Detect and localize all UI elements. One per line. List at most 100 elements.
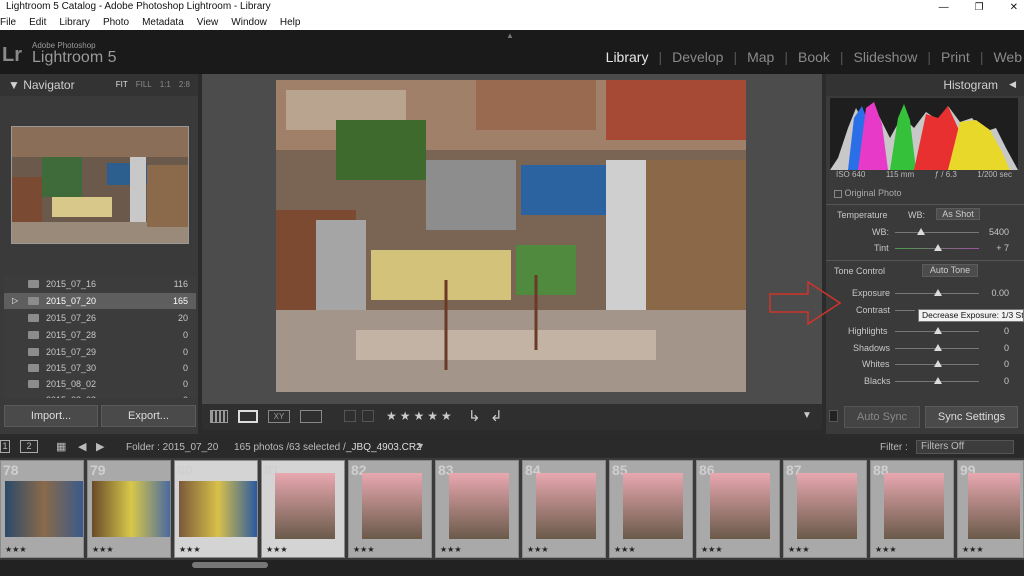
divider: [826, 204, 1024, 205]
filmstrip-thumb[interactable]: 88 ★★★: [870, 460, 954, 558]
folder-row-selected[interactable]: ▷ 2015_07_20 165: [4, 293, 196, 309]
exposure-slider-knob[interactable]: [934, 289, 942, 296]
main-photo[interactable]: [276, 80, 746, 392]
folder-row[interactable]: 2015_08_030: [4, 392, 196, 398]
shutter-speed: 1/200 sec: [977, 170, 1012, 179]
export-button[interactable]: Export...: [101, 405, 196, 427]
highlights-label: Highlights: [848, 326, 888, 336]
survey-view-icon[interactable]: [300, 410, 322, 423]
module-print[interactable]: Print: [931, 49, 980, 65]
loupe-view-icon[interactable]: [238, 410, 258, 423]
compare-view-icon[interactable]: XY: [268, 410, 290, 423]
forward-arrow-icon[interactable]: ▶: [96, 440, 104, 453]
histogram-header[interactable]: Histogram ◀: [826, 74, 1024, 96]
blacks-slider-knob[interactable]: [934, 377, 942, 384]
filmstrip-thumb[interactable]: 87 ★★★: [783, 460, 867, 558]
menu-help[interactable]: Help: [280, 15, 301, 30]
collapse-icon[interactable]: ◀: [1009, 79, 1016, 90]
filmstrip-thumb-selected[interactable]: 81 ★★★: [261, 460, 345, 558]
grid-icon[interactable]: ▦: [56, 440, 66, 453]
current-file[interactable]: _JBQ_4903.CR2: [346, 442, 422, 453]
filmstrip-thumb[interactable]: 83 ★★★: [435, 460, 519, 558]
module-map[interactable]: Map: [737, 49, 784, 65]
exposure-label: Exposure: [852, 288, 891, 298]
folder-row[interactable]: 2015_07_29 0: [4, 344, 196, 360]
reject-flag-icon[interactable]: [362, 410, 374, 422]
maximize-icon[interactable]: ❐: [975, 2, 984, 13]
menu-window[interactable]: Window: [231, 15, 267, 30]
wb-row-label: WB:: [872, 227, 889, 237]
rotate-left-icon[interactable]: ↳: [468, 407, 481, 425]
top-panel-toggle-icon[interactable]: ▲: [506, 31, 514, 40]
contrast-label: Contrast: [856, 305, 891, 315]
page-1-button[interactable]: 1: [0, 440, 10, 453]
filmstrip-thumb[interactable]: 85 ★★★: [609, 460, 693, 558]
close-icon[interactable]: ✕: [1010, 2, 1018, 13]
module-develop[interactable]: Develop: [662, 49, 733, 65]
thumbnail: [797, 473, 857, 539]
histogram-graph[interactable]: [830, 98, 1018, 170]
folder-icon: [28, 314, 39, 322]
filmstrip-thumb[interactable]: 99 ★★★: [957, 460, 1024, 558]
menu-library[interactable]: Library: [59, 15, 90, 30]
contrast-slider[interactable]: [895, 310, 915, 311]
folder-icon: [28, 331, 39, 339]
menu-view[interactable]: View: [197, 15, 219, 30]
back-arrow-icon[interactable]: ◀: [78, 440, 86, 453]
module-library[interactable]: Library: [596, 49, 659, 65]
filmstrip-thumb[interactable]: 84 ★★★: [522, 460, 606, 558]
wb-slider[interactable]: [895, 232, 979, 233]
expand-icon[interactable]: ▷: [12, 296, 18, 305]
filter-select[interactable]: Filters Off: [916, 440, 1014, 454]
zoom-fit[interactable]: FIT: [116, 80, 128, 89]
lightroom-logo: Lr: [2, 44, 22, 66]
filmstrip-thumb[interactable]: 78 ★★★: [0, 460, 84, 558]
zoom-1-1[interactable]: 1:1: [160, 80, 171, 89]
minimize-icon[interactable]: —: [939, 2, 949, 13]
grid-view-icon[interactable]: [210, 410, 228, 423]
filmstrip-thumb[interactable]: 79 ★★★: [87, 460, 171, 558]
star-rating[interactable]: ★★★★★: [386, 409, 455, 423]
page-2-button[interactable]: 2: [20, 440, 38, 453]
filmstrip-thumb[interactable]: 86 ★★★: [696, 460, 780, 558]
folder-row[interactable]: 2015_07_30 0: [4, 360, 196, 376]
thumbnail: [275, 473, 335, 539]
import-button[interactable]: Import...: [4, 405, 98, 427]
checkbox[interactable]: [834, 189, 842, 198]
shadows-slider-knob[interactable]: [934, 344, 942, 351]
filmstrip-scrollbar[interactable]: [192, 562, 268, 568]
module-slideshow[interactable]: Slideshow: [844, 49, 928, 65]
file-menu-chevron-down-icon[interactable]: ▼: [416, 441, 425, 451]
auto-sync-toggle[interactable]: [829, 410, 838, 422]
zoom-fill[interactable]: FILL: [136, 80, 152, 89]
tint-slider-knob[interactable]: [934, 244, 942, 251]
wb-select[interactable]: As Shot: [936, 208, 980, 220]
navigator-preview[interactable]: [11, 126, 189, 244]
folder-icon: [28, 380, 39, 388]
menu-photo[interactable]: Photo: [103, 15, 129, 30]
module-web[interactable]: Web: [983, 49, 1022, 65]
whites-slider-knob[interactable]: [934, 360, 942, 367]
highlights-slider-knob[interactable]: [934, 327, 942, 334]
wb-slider-knob[interactable]: [917, 228, 925, 235]
filmstrip-thumb[interactable]: 82 ★★★: [348, 460, 432, 558]
menu-edit[interactable]: Edit: [29, 15, 46, 30]
folder-row[interactable]: 2015_07_26 20: [4, 310, 196, 326]
toolbar-menu-chevron-down-icon[interactable]: ▼: [802, 410, 812, 421]
folder-row[interactable]: 2015_07_28 0: [4, 327, 196, 343]
auto-sync-button[interactable]: Auto Sync: [844, 406, 920, 428]
filmstrip-thumb-selected[interactable]: 80 ★★★: [174, 460, 258, 558]
original-photo-toggle[interactable]: Original Photo: [834, 188, 902, 198]
sync-settings-button[interactable]: Sync Settings: [925, 406, 1018, 428]
menu-metadata[interactable]: Metadata: [142, 15, 184, 30]
auto-tone-button[interactable]: Auto Tone: [922, 264, 978, 277]
folder-row[interactable]: 2015_08_02 0: [4, 376, 196, 392]
zoom-custom[interactable]: 2:8: [179, 80, 190, 89]
flag-icon[interactable]: [344, 410, 356, 422]
navigator-header[interactable]: ▼ Navigator FIT FILL 1:1 2:8: [0, 74, 198, 96]
folder-row[interactable]: 2015_07_16 116: [4, 276, 196, 292]
module-book[interactable]: Book: [788, 49, 840, 65]
rotate-right-icon[interactable]: ↲: [490, 407, 503, 425]
menu-file[interactable]: File: [0, 15, 16, 30]
toolbar: XY ★★★★★ ↳ ↲ ▼: [202, 404, 822, 430]
